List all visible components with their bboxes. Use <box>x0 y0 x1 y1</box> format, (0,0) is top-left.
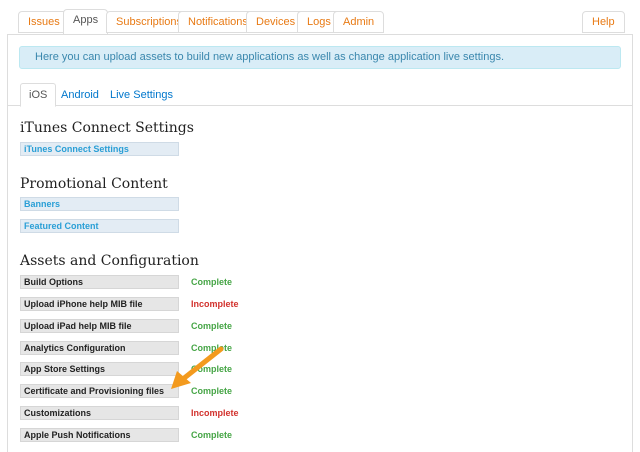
certificate-provisioning-link[interactable]: Certificate and Provisioning files <box>20 384 179 398</box>
status-badge: Complete <box>191 321 233 331</box>
upload-iphone-mib-link[interactable]: Upload iPhone help MIB file <box>20 297 179 311</box>
assets-heading: Assets and Configuration <box>20 253 199 269</box>
asset-row: Upload iPhone help MIB file Incomplete <box>20 297 320 312</box>
status-badge: Incomplete <box>191 299 239 309</box>
status-badge: Complete <box>191 277 233 287</box>
tab-android[interactable]: Android <box>52 83 108 107</box>
status-badge: Complete <box>191 430 233 440</box>
tab-help[interactable]: Help <box>582 11 625 33</box>
itunes-settings-link[interactable]: iTunes Connect Settings <box>20 142 179 156</box>
asset-row: Customizations Incomplete <box>20 406 320 421</box>
asset-row: Apple Push Notifications Complete <box>20 428 320 443</box>
apple-push-notifications-link[interactable]: Apple Push Notifications <box>20 428 179 442</box>
main-panel: Here you can upload assets to build new … <box>7 34 633 452</box>
info-message: Here you can upload assets to build new … <box>19 46 621 69</box>
status-badge: Incomplete <box>191 408 239 418</box>
tab-apps[interactable]: Apps <box>63 9 109 35</box>
tab-ios[interactable]: iOS <box>20 83 57 107</box>
asset-row: Upload iPad help MIB file Complete <box>20 319 320 334</box>
arrow-icon <box>171 346 224 389</box>
upload-ipad-mib-link[interactable]: Upload iPad help MIB file <box>20 319 179 333</box>
customizations-link[interactable]: Customizations <box>20 406 179 420</box>
tab-admin[interactable]: Admin <box>333 11 385 33</box>
app-store-settings-link[interactable]: App Store Settings <box>20 362 179 376</box>
featured-content-link[interactable]: Featured Content <box>20 219 179 233</box>
asset-row: Build Options Complete <box>20 275 320 290</box>
platform-tabs: iOS Android Live Settings <box>8 82 632 107</box>
tab-live-settings[interactable]: Live Settings <box>101 83 182 107</box>
top-nav: Issues Apps Subscriptions Notifications … <box>0 0 640 35</box>
itunes-heading: iTunes Connect Settings <box>20 120 194 136</box>
promo-heading: Promotional Content <box>20 176 168 192</box>
analytics-configuration-link[interactable]: Analytics Configuration <box>20 341 179 355</box>
build-options-link[interactable]: Build Options <box>20 275 179 289</box>
banners-link[interactable]: Banners <box>20 197 179 211</box>
